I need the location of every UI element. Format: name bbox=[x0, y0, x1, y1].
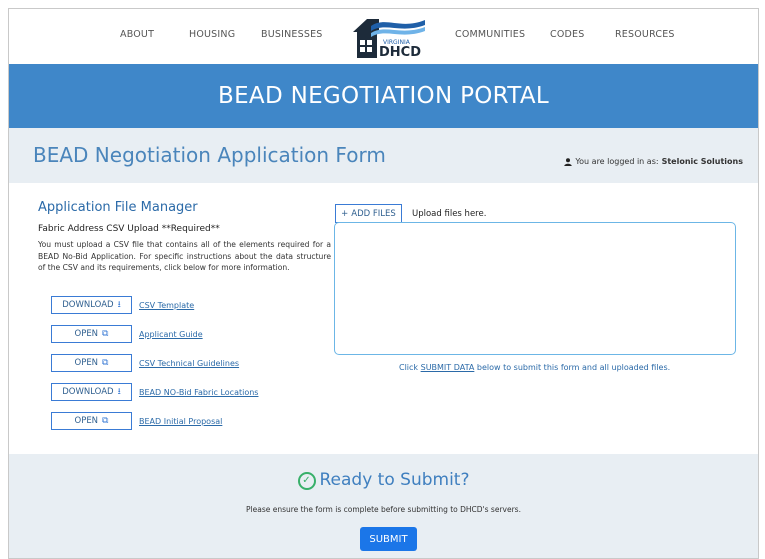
fabric-locations-link[interactable]: BEAD NO-Bid Fabric Locations bbox=[139, 388, 258, 397]
file-manager-heading: Application File Manager bbox=[38, 200, 198, 215]
initial-proposal-link[interactable]: BEAD Initial Proposal bbox=[139, 417, 222, 426]
submit-instructions: Please ensure the form is complete befor… bbox=[246, 505, 521, 514]
add-files-label: ADD FILES bbox=[351, 208, 396, 219]
download-button-label: DOWNLOAD bbox=[62, 387, 114, 397]
logged-in-user: Stelonic Solutions bbox=[661, 157, 743, 166]
applicant-guide-link[interactable]: Applicant Guide bbox=[139, 330, 203, 339]
resource-row: OPEN ⧉ CSV Technical Guidelines bbox=[51, 354, 239, 372]
dhcd-logo[interactable]: VIRGINIA DHCD bbox=[349, 16, 429, 60]
csv-guidelines-link[interactable]: CSV Technical Guidelines bbox=[139, 359, 239, 368]
resource-row: OPEN ⧉ BEAD Initial Proposal bbox=[51, 412, 222, 430]
top-nav: ABOUT HOUSING BUSINESSES VIRGINIA DHCD C… bbox=[9, 9, 758, 64]
download-button-label: DOWNLOAD bbox=[62, 300, 114, 310]
form-title: BEAD Negotiation Application Form bbox=[33, 143, 386, 167]
submit-note-suffix: below to submit this form and all upload… bbox=[474, 363, 671, 372]
csv-template-link[interactable]: CSV Template bbox=[139, 301, 194, 310]
file-drop-zone[interactable] bbox=[334, 222, 736, 355]
page-banner: BEAD NEGOTIATION PORTAL bbox=[9, 64, 758, 128]
open-csv-guidelines-button[interactable]: OPEN ⧉ bbox=[51, 354, 132, 372]
download-icon: ⭳ bbox=[117, 300, 121, 310]
open-button-label: OPEN bbox=[74, 416, 99, 426]
open-button-label: OPEN bbox=[74, 358, 99, 368]
nav-about[interactable]: ABOUT bbox=[120, 29, 154, 40]
csv-description: You must upload a CSV file that contains… bbox=[38, 240, 331, 273]
ready-title: Ready to Submit? bbox=[319, 470, 470, 490]
external-link-icon: ⧉ bbox=[102, 358, 109, 368]
download-fabric-locations-button[interactable]: DOWNLOAD ⭳ bbox=[51, 383, 132, 401]
download-csv-template-button[interactable]: DOWNLOAD ⭳ bbox=[51, 296, 132, 314]
resource-row: DOWNLOAD ⭳ CSV Template bbox=[51, 296, 194, 314]
open-applicant-guide-button[interactable]: OPEN ⧉ bbox=[51, 325, 132, 343]
user-icon bbox=[564, 157, 573, 166]
csv-upload-label: Fabric Address CSV Upload **Required** bbox=[38, 224, 220, 234]
ready-heading: ✓ Ready to Submit? bbox=[9, 470, 758, 490]
download-icon: ⭳ bbox=[117, 387, 121, 397]
resource-row: DOWNLOAD ⭳ BEAD NO-Bid Fabric Locations bbox=[51, 383, 258, 401]
logged-in-label: You are logged in as: bbox=[575, 157, 659, 166]
resource-row: OPEN ⧉ Applicant Guide bbox=[51, 325, 203, 343]
external-link-icon: ⧉ bbox=[102, 329, 109, 339]
dhcd-logo-graphic: VIRGINIA DHCD bbox=[353, 19, 425, 60]
submit-button[interactable]: SUBMIT bbox=[360, 527, 417, 551]
nav-housing[interactable]: HOUSING bbox=[189, 29, 235, 40]
nav-resources[interactable]: RESOURCES bbox=[615, 29, 675, 40]
nav-businesses[interactable]: BUSINESSES bbox=[261, 29, 323, 40]
nav-communities[interactable]: COMMUNITIES bbox=[455, 29, 525, 40]
nav-codes[interactable]: CODES bbox=[550, 29, 584, 40]
add-files-button[interactable]: + ADD FILES bbox=[335, 204, 402, 223]
open-button-label: OPEN bbox=[74, 329, 99, 339]
upload-hint: Upload files here. bbox=[412, 209, 487, 219]
check-circle-icon: ✓ bbox=[297, 472, 316, 490]
logo-dhcd-text: DHCD bbox=[379, 45, 421, 58]
plus-icon: + bbox=[341, 208, 349, 219]
page-frame: ABOUT HOUSING BUSINESSES VIRGINIA DHCD C… bbox=[8, 8, 759, 559]
logged-in-status: You are logged in as: Stelonic Solutions bbox=[564, 157, 743, 166]
external-link-icon: ⧉ bbox=[102, 416, 109, 426]
open-initial-proposal-button[interactable]: OPEN ⧉ bbox=[51, 412, 132, 430]
submit-note-prefix: Click bbox=[399, 363, 421, 372]
submit-note: Click SUBMIT DATA below to submit this f… bbox=[399, 363, 670, 372]
submit-data-link[interactable]: SUBMIT DATA bbox=[421, 363, 475, 372]
